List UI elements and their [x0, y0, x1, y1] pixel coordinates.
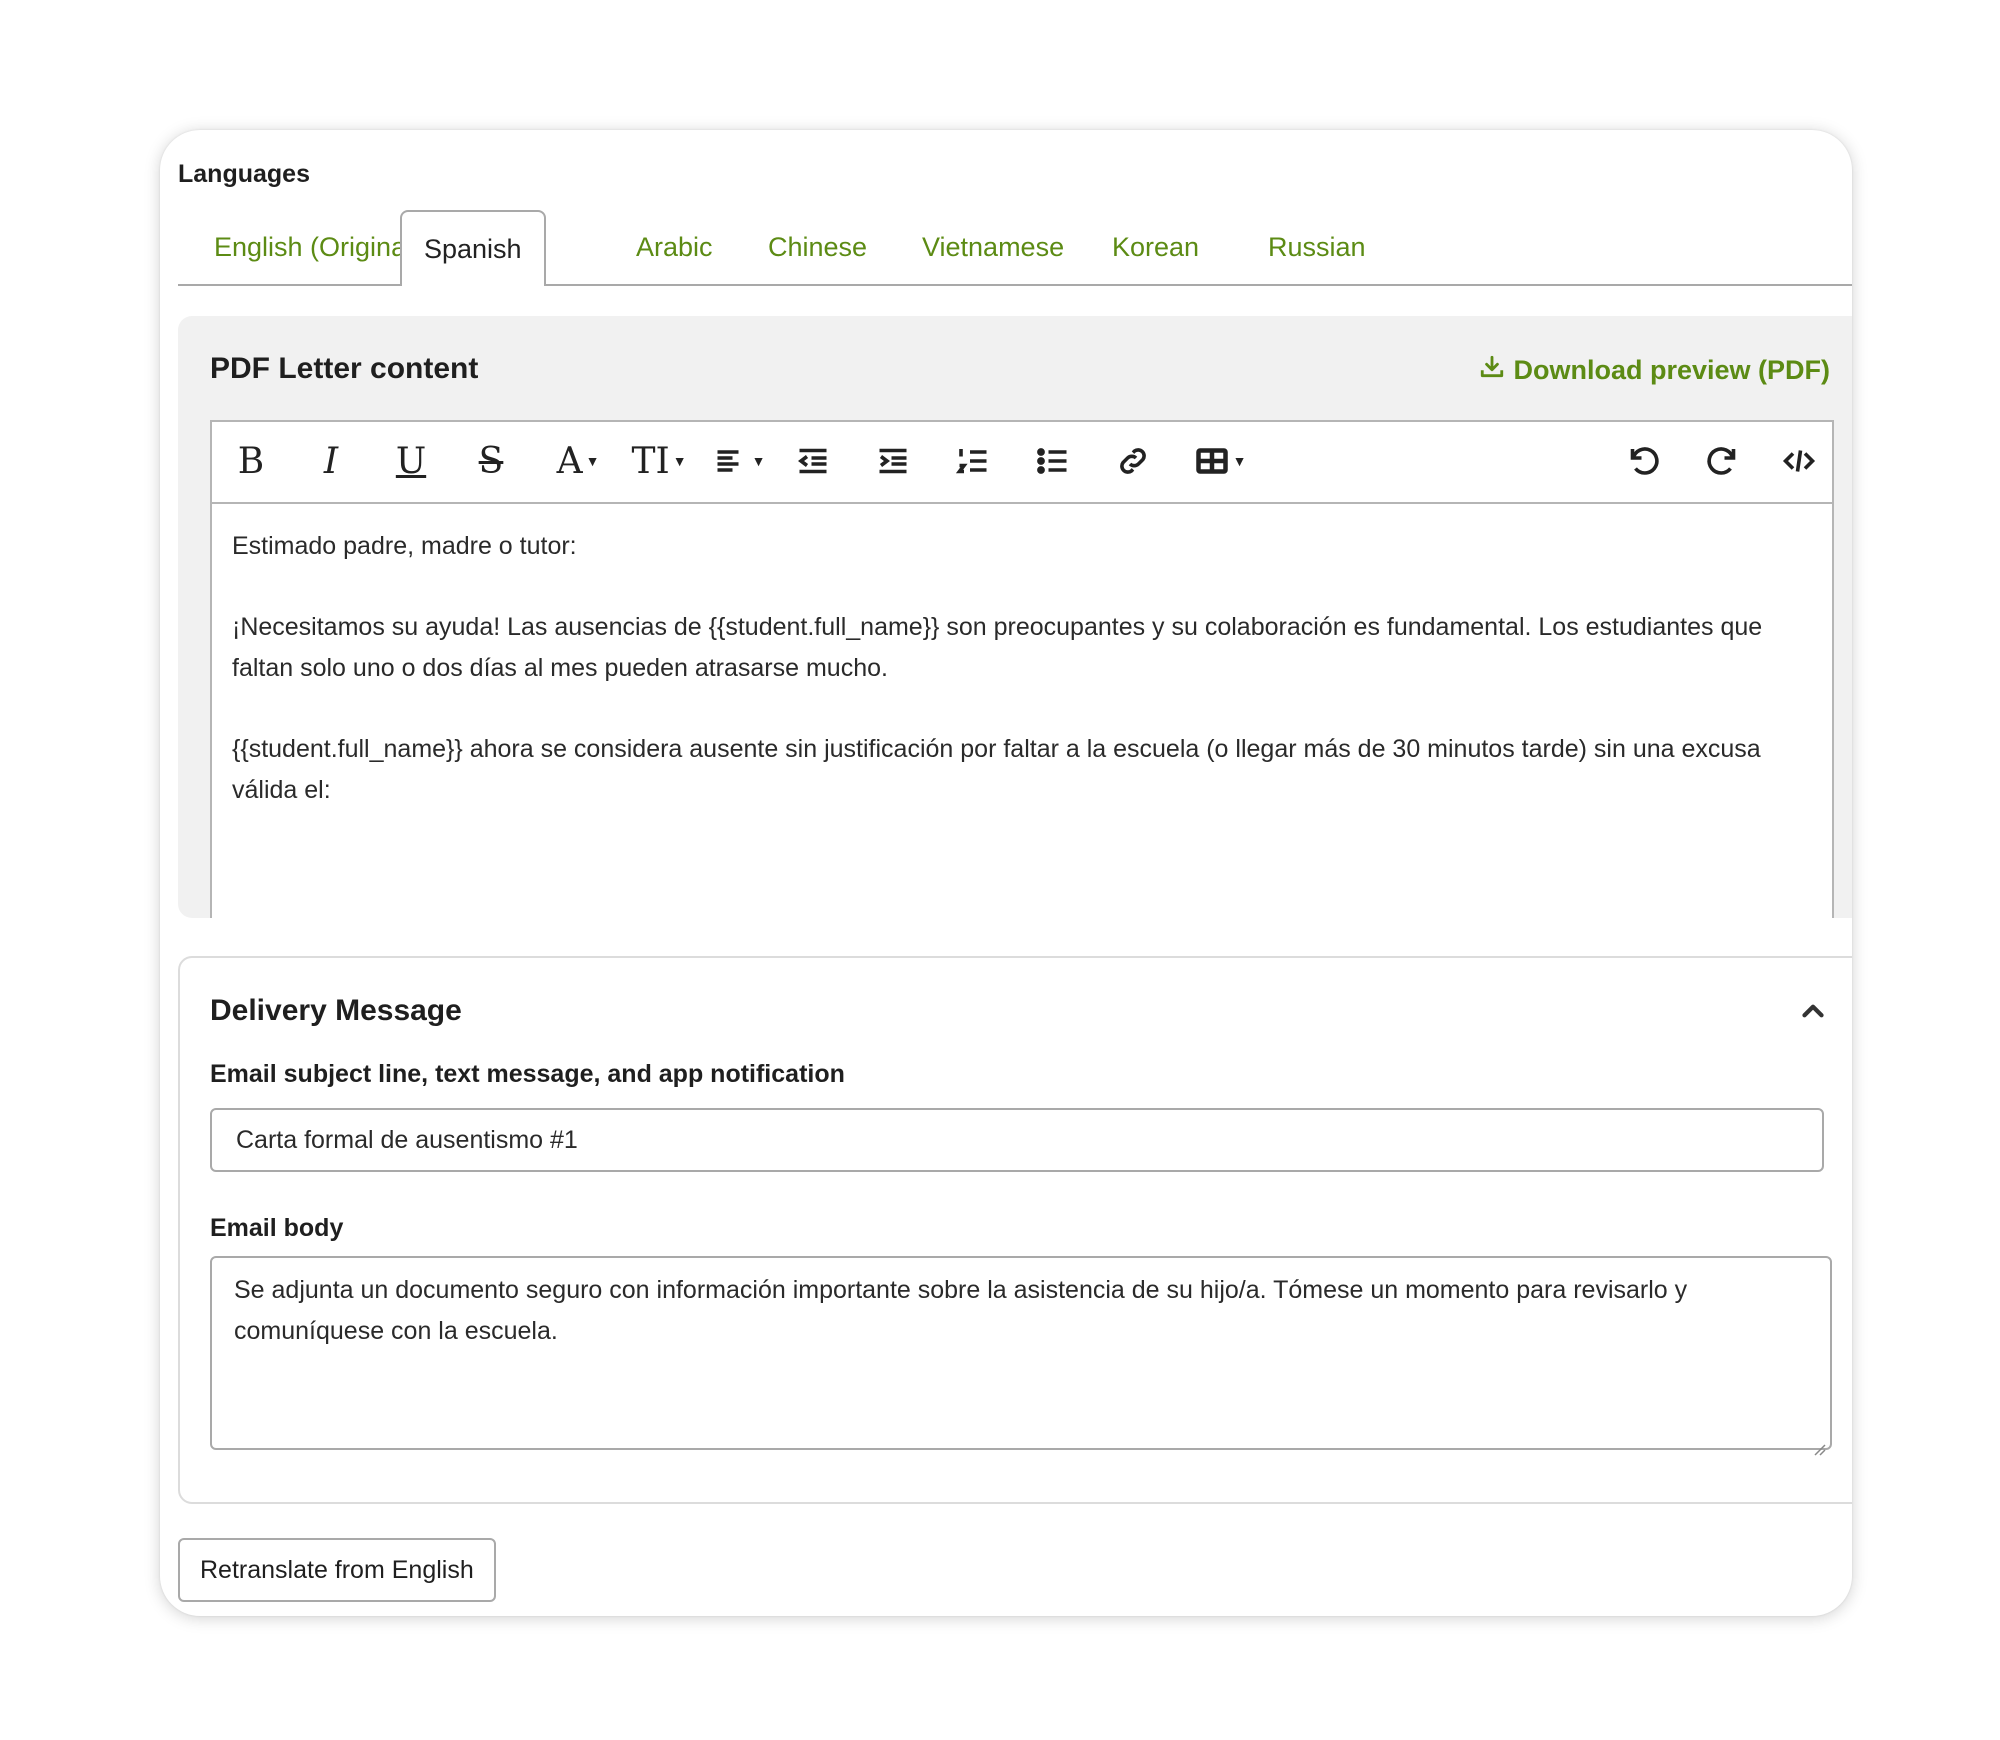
download-icon: [1479, 354, 1505, 387]
tab-vietnamese[interactable]: Vietnamese: [922, 210, 1064, 284]
strikethrough-icon[interactable]: S: [464, 434, 518, 488]
editor-toolbar: B I U S A ▼ TI ▼ ▼ ▼: [212, 422, 1832, 504]
pdf-section-title: PDF Letter content: [210, 352, 479, 385]
download-preview-link[interactable]: Download preview (PDF): [1479, 354, 1830, 387]
language-tabs: English (Original) Spanish Arabic Chines…: [178, 210, 1852, 286]
translation-card: Languages English (Original) Spanish Ara…: [160, 130, 1852, 1616]
email-body-textarea[interactable]: Se adjunta un documento seguro con infor…: [210, 1256, 1832, 1456]
pdf-letter-section: PDF Letter content Download preview (PDF…: [178, 316, 1852, 918]
table-icon[interactable]: ▼: [1188, 434, 1252, 488]
tab-korean[interactable]: Korean: [1112, 210, 1199, 284]
retranslate-button[interactable]: Retranslate from English: [178, 1538, 496, 1602]
font-size-icon[interactable]: TI ▼: [626, 434, 692, 488]
underline-icon[interactable]: U: [384, 434, 438, 488]
link-icon[interactable]: [1106, 434, 1160, 488]
rich-text-editor[interactable]: B I U S A ▼ TI ▼ ▼ ▼ Estimado padre, mad…: [210, 420, 1834, 918]
resize-handle-icon[interactable]: [1810, 1428, 1826, 1456]
tab-arabic[interactable]: Arabic: [636, 210, 713, 284]
chevron-up-icon[interactable]: [1796, 994, 1830, 1028]
outdent-icon[interactable]: [786, 434, 840, 488]
bullet-list-icon[interactable]: [1026, 434, 1080, 488]
subject-label: Email subject line, text message, and ap…: [210, 1060, 845, 1088]
undo-icon[interactable]: [1616, 434, 1670, 488]
subject-input[interactable]: Carta formal de ausentismo #1: [210, 1108, 1824, 1172]
letter-paragraph: Estimado padre, madre o tutor:: [232, 532, 577, 560]
tab-spanish[interactable]: Spanish: [400, 210, 546, 286]
delivery-message-section: Delivery Message Email subject line, tex…: [178, 956, 1852, 1504]
languages-label: Languages: [178, 160, 310, 188]
indent-icon[interactable]: [866, 434, 920, 488]
tab-english[interactable]: English (Original): [214, 210, 421, 284]
redo-icon[interactable]: [1696, 434, 1750, 488]
align-icon[interactable]: ▼: [708, 434, 770, 488]
bold-icon[interactable]: B: [224, 434, 278, 488]
delivery-title: Delivery Message: [210, 994, 462, 1027]
editor-content[interactable]: Estimado padre, madre o tutor: ¡Necesita…: [232, 526, 1802, 851]
tab-russian[interactable]: Russian: [1268, 210, 1366, 284]
font-color-icon[interactable]: A ▼: [548, 434, 608, 488]
tab-chinese[interactable]: Chinese: [768, 210, 867, 284]
code-view-icon[interactable]: [1772, 434, 1826, 488]
letter-paragraph: {{student.full_name}} ahora se considera…: [232, 735, 1761, 804]
ordered-list-icon[interactable]: [946, 434, 1000, 488]
italic-icon[interactable]: I: [304, 434, 358, 488]
email-body-text: Se adjunta un documento seguro con infor…: [234, 1276, 1688, 1345]
download-preview-label: Download preview (PDF): [1513, 355, 1830, 385]
letter-paragraph: ¡Necesitamos su ayuda! Las ausencias de …: [232, 613, 1763, 682]
email-body-label: Email body: [210, 1214, 344, 1242]
